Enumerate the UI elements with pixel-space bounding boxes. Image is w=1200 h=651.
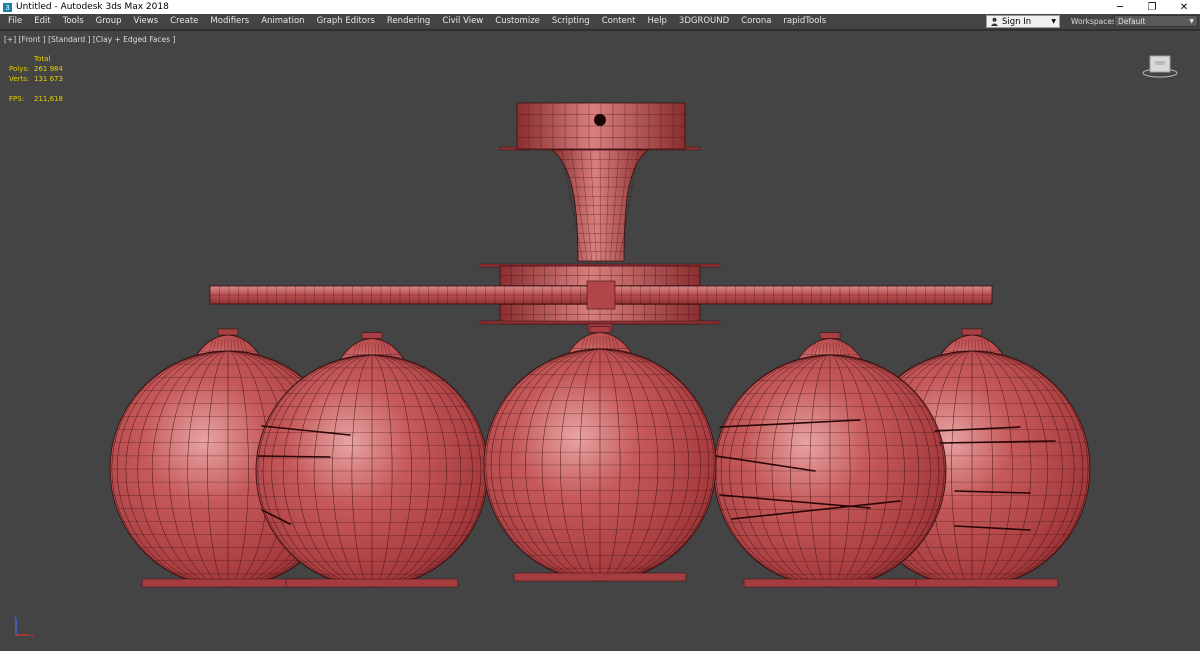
close-button[interactable]: ✕ [1168, 0, 1200, 14]
menu-item-tools[interactable]: Tools [57, 14, 90, 29]
chevron-down-icon: ▼ [1051, 18, 1056, 25]
chevron-down-icon: ▼ [1189, 18, 1194, 25]
menu-item-rapidtools[interactable]: rapidTools [777, 14, 832, 29]
app-icon: 3 [3, 2, 12, 12]
menu-items: File Edit Tools Group Views Create Modifiers An… [0, 14, 832, 29]
arm-joint [586, 280, 616, 310]
menu-item-modifiers[interactable]: Modifiers [204, 14, 255, 29]
sign-in-dropdown[interactable]: Sign In ▼ [986, 15, 1060, 28]
polys-value: 261 984 [34, 65, 63, 73]
right-arm [611, 285, 993, 305]
menu-item-views[interactable]: Views [128, 14, 165, 29]
canopy-hole [594, 114, 606, 126]
polys-label: Polys: [9, 65, 30, 73]
left-arm [209, 285, 591, 305]
stem [550, 149, 650, 262]
svg-text:x: x [31, 633, 34, 639]
menu-item-graph-editors[interactable]: Graph Editors [311, 14, 381, 29]
menu-item-edit[interactable]: Edit [28, 14, 56, 29]
front-viewport[interactable]: [+] [Front ] [Standard ] [Clay + Edged F… [0, 30, 1200, 650]
sphere-3 [483, 326, 717, 582]
viewport-statistics: Total Polys: 261 984 Verts: 131 673 FPS: 21… [9, 54, 63, 104]
minimize-button[interactable]: ─ [1104, 0, 1136, 14]
hub-bottom-flange [479, 320, 721, 325]
workspaces-select[interactable]: Default ▼ [1114, 15, 1198, 27]
viewport-label[interactable]: [+] [Front ] [Standard ] [Clay + Edged F… [4, 35, 175, 44]
verts-label: Verts: [9, 75, 30, 83]
workspaces-label: Workspaces: [1071, 17, 1119, 26]
menu-item-animation[interactable]: Animation [255, 14, 310, 29]
menu-bar: File Edit Tools Group Views Create Modifiers An… [0, 14, 1200, 30]
menu-item-file[interactable]: File [2, 14, 28, 29]
fps-label: FPS: [9, 95, 25, 103]
edge-artifact-2 [257, 455, 331, 458]
sign-in-label: Sign In [1002, 16, 1032, 27]
user-icon [990, 17, 999, 26]
restore-button[interactable]: ❐ [1136, 0, 1168, 14]
menu-item-content[interactable]: Content [596, 14, 642, 29]
menu-item-help[interactable]: Help [642, 14, 673, 29]
menu-item-customize[interactable]: Customize [489, 14, 546, 29]
menu-item-corona[interactable]: Corona [735, 14, 777, 29]
stats-header: Total [34, 55, 51, 63]
menu-item-civil-view[interactable]: Civil View [436, 14, 489, 29]
menu-item-rendering[interactable]: Rendering [381, 14, 436, 29]
axis-tripod-icon: z x [14, 615, 34, 639]
menu-item-scripting[interactable]: Scripting [546, 14, 596, 29]
menu-item-group[interactable]: Group [90, 14, 128, 29]
menu-item-3dground[interactable]: 3DGROUND [673, 14, 735, 29]
viewcube-icon[interactable] [1142, 53, 1178, 79]
canopy-cylinder [516, 102, 686, 150]
workspaces-value: Default [1118, 17, 1146, 26]
title-bar: 3 Untitled - Autodesk 3ds Max 2018 ─ ❐ ✕ [0, 0, 1200, 14]
window-title: Untitled - Autodesk 3ds Max 2018 [16, 2, 169, 12]
svg-text:3: 3 [6, 3, 10, 12]
menu-item-create[interactable]: Create [164, 14, 204, 29]
chandelier-model [109, 102, 1091, 588]
verts-value: 131 673 [34, 75, 63, 83]
fps-value: 211,618 [34, 95, 63, 103]
